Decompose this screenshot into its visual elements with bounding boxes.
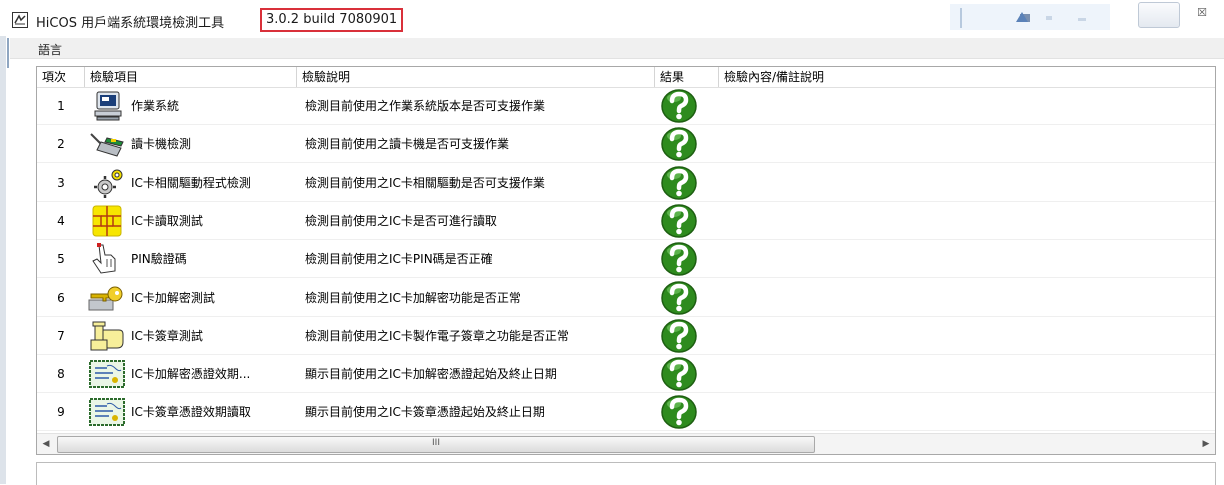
table-row[interactable]: 4 IC卡讀取測試 檢測目前使用之IC卡是否可進行讀取 xyxy=(37,203,1215,240)
hand-pointer-icon xyxy=(87,243,127,275)
window-left-edge xyxy=(0,36,6,484)
row-item-name: IC卡加解密憑證效期... xyxy=(131,367,251,382)
version-label: 3.0.2 build 7080901 xyxy=(260,8,404,32)
horizontal-scrollbar[interactable]: ◀ III ▶ xyxy=(37,433,1215,454)
row-description: 檢測目前使用之作業系統版本是否可支援作業 xyxy=(305,99,546,113)
row-index: 3 xyxy=(57,175,65,190)
window-edge-accent xyxy=(7,38,9,68)
chip-icon xyxy=(87,205,127,237)
row-description: 顯示目前使用之IC卡加解密憑證起始及終止日期 xyxy=(305,367,557,382)
row-index: 9 xyxy=(57,405,65,420)
table-row[interactable]: 8 IC卡加解密憑證效期... 顯示目前使用之IC卡加解密憑證起始及終止日期 xyxy=(37,356,1215,394)
row-item-name: IC卡簽章測試 xyxy=(131,328,203,343)
row-item-name: 作業系統 xyxy=(131,99,180,113)
scrollbar-thumb[interactable]: III xyxy=(57,436,815,453)
row-description: 顯示目前使用之IC卡簽章憑證起始及終止日期 xyxy=(305,405,545,420)
column-header-item[interactable]: 檢驗項目 xyxy=(85,67,297,87)
row-index: 7 xyxy=(57,328,65,343)
row-index: 6 xyxy=(57,290,65,305)
question-mark-icon xyxy=(659,89,699,123)
row-item-name: PIN驗證碼 xyxy=(131,252,187,267)
row-index: 1 xyxy=(57,99,65,113)
question-mark-icon xyxy=(659,395,699,430)
table-row[interactable]: 6 IC卡加解密測試 檢測目前使用之IC卡加解密功能是否正常 xyxy=(37,280,1215,317)
row-index: 5 xyxy=(57,252,65,267)
row-item-name: IC卡加解密測試 xyxy=(131,290,215,305)
status-panel xyxy=(36,462,1216,485)
check-list-view[interactable]: 項次 檢驗項目 檢驗說明 結果 檢驗內容/備註說明 1 作業系統 檢測目前使用之作業… xyxy=(36,66,1216,455)
table-row[interactable]: 1 作業系統 檢測目前使用之作業系統版本是否可支援作業 xyxy=(37,88,1215,125)
row-description: 檢測目前使用之IC卡PIN碼是否正確 xyxy=(305,252,493,267)
column-header-index[interactable]: 項次 xyxy=(37,67,85,87)
scrollbar-grip: III xyxy=(432,438,440,448)
row-index: 8 xyxy=(57,367,65,382)
row-description: 檢測目前使用之IC卡製作電子簽章之功能是否正常 xyxy=(305,328,569,343)
certificate-icon xyxy=(87,358,127,390)
list-header: 項次 檢驗項目 檢驗說明 結果 檢驗內容/備註說明 xyxy=(37,67,1215,88)
column-header-notes[interactable]: 檢驗內容/備註說明 xyxy=(719,67,1215,87)
table-row[interactable]: 7 IC卡簽章測試 檢測目前使用之IC卡製作電子簽章之功能是否正常 xyxy=(37,318,1215,355)
table-row[interactable]: 5 PIN驗證碼 檢測目前使用之IC卡PIN碼是否正確 xyxy=(37,241,1215,279)
row-index: 2 xyxy=(57,137,65,152)
question-mark-icon xyxy=(659,127,699,162)
minimize-button[interactable] xyxy=(1138,2,1180,28)
table-row[interactable]: 2 讀卡機檢測 檢測目前使用之讀卡機是否可支援作業 xyxy=(37,126,1215,164)
column-header-description[interactable]: 檢驗說明 xyxy=(297,67,655,87)
row-description: 檢測目前使用之IC卡加解密功能是否正常 xyxy=(305,290,521,305)
question-mark-icon xyxy=(659,242,699,276)
close-icon: ☒ xyxy=(1197,6,1207,19)
row-description: 檢測目前使用之IC卡是否可進行讀取 xyxy=(305,213,497,228)
question-mark-icon xyxy=(659,319,699,353)
question-mark-icon xyxy=(659,165,699,200)
row-description: 檢測目前使用之讀卡機是否可支援作業 xyxy=(305,137,510,152)
row-index: 4 xyxy=(57,213,65,228)
card-reader-icon xyxy=(87,128,127,160)
row-item-name: IC卡相關驅動程式檢測 xyxy=(131,175,251,190)
column-header-result[interactable]: 結果 xyxy=(655,67,719,87)
table-row[interactable]: 3 IC卡相關驅動程式檢測 檢測目前使用之IC卡相關驅動是否可支援作業 xyxy=(37,165,1215,202)
row-item-name: IC卡簽章憑證效期讀取 xyxy=(131,405,251,420)
app-icon xyxy=(12,12,28,28)
row-item-name: IC卡讀取測試 xyxy=(131,213,203,228)
table-row[interactable]: 9 IC卡簽章憑證效期讀取 顯示目前使用之IC卡簽章憑證起始及終止日期 xyxy=(37,394,1215,432)
question-mark-icon xyxy=(659,280,699,315)
scroll-right-arrow-icon[interactable]: ▶ xyxy=(1197,434,1215,454)
question-mark-icon xyxy=(659,357,699,391)
row-description: 檢測目前使用之IC卡相關驅動是否可支援作業 xyxy=(305,175,545,190)
certificate-icon xyxy=(87,396,127,428)
window-title: HiCOS 用戶端系統環境檢測工具 xyxy=(36,16,225,31)
background-window-fragment xyxy=(950,4,1110,30)
scroll-left-arrow-icon[interactable]: ◀ xyxy=(37,434,55,454)
computer-icon xyxy=(87,90,127,122)
row-item-name: 讀卡機檢測 xyxy=(131,137,192,152)
close-button[interactable]: ☒ xyxy=(1180,2,1224,26)
gear-icon xyxy=(87,167,127,199)
question-mark-icon xyxy=(659,204,699,238)
key-icon xyxy=(87,282,127,314)
title-bar: HiCOS 用戶端系統環境檢測工具 3.0.2 build 7080901 ☒ xyxy=(0,0,1224,36)
menu-language[interactable]: 語言 xyxy=(38,41,62,58)
menu-bar: 語言 xyxy=(10,38,1224,59)
stamp-icon xyxy=(87,320,127,352)
